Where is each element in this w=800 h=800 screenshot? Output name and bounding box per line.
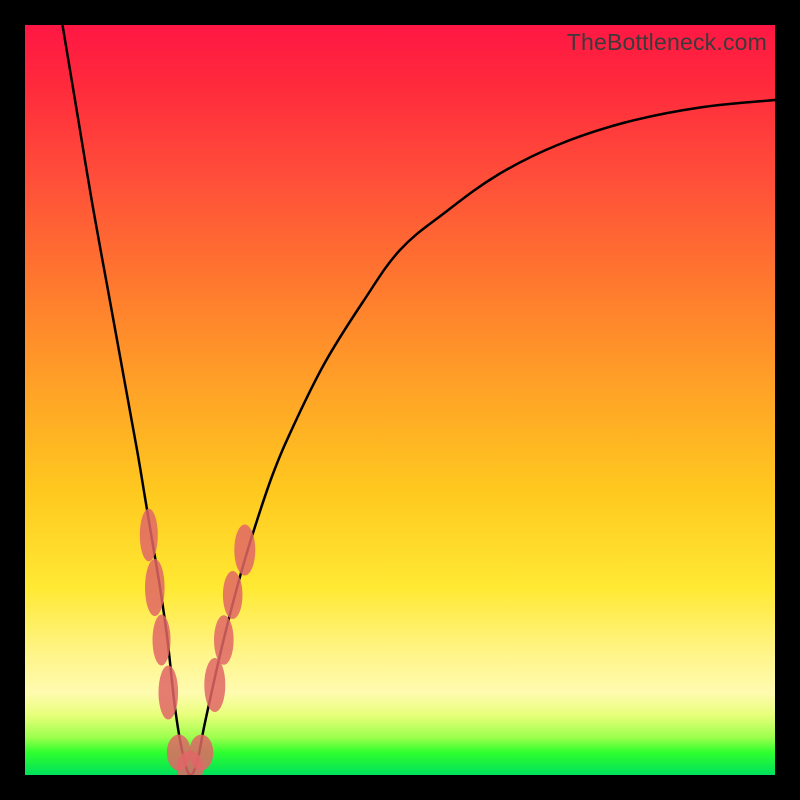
marker-right-cluster [204,658,225,712]
marker-left-cluster [140,509,158,562]
plot-area: TheBottleneck.com [25,25,775,775]
marker-right-cluster [223,571,243,619]
marker-trough [189,735,213,771]
bottleneck-curve [63,25,776,775]
marker-left-cluster [159,666,179,720]
marker-left-cluster [145,559,165,616]
chart-overlay [25,25,775,775]
marker-group [140,509,256,775]
marker-right-cluster [214,615,234,665]
chart-frame: TheBottleneck.com [0,0,800,800]
marker-right-cluster [234,525,255,576]
marker-left-cluster [153,615,171,666]
